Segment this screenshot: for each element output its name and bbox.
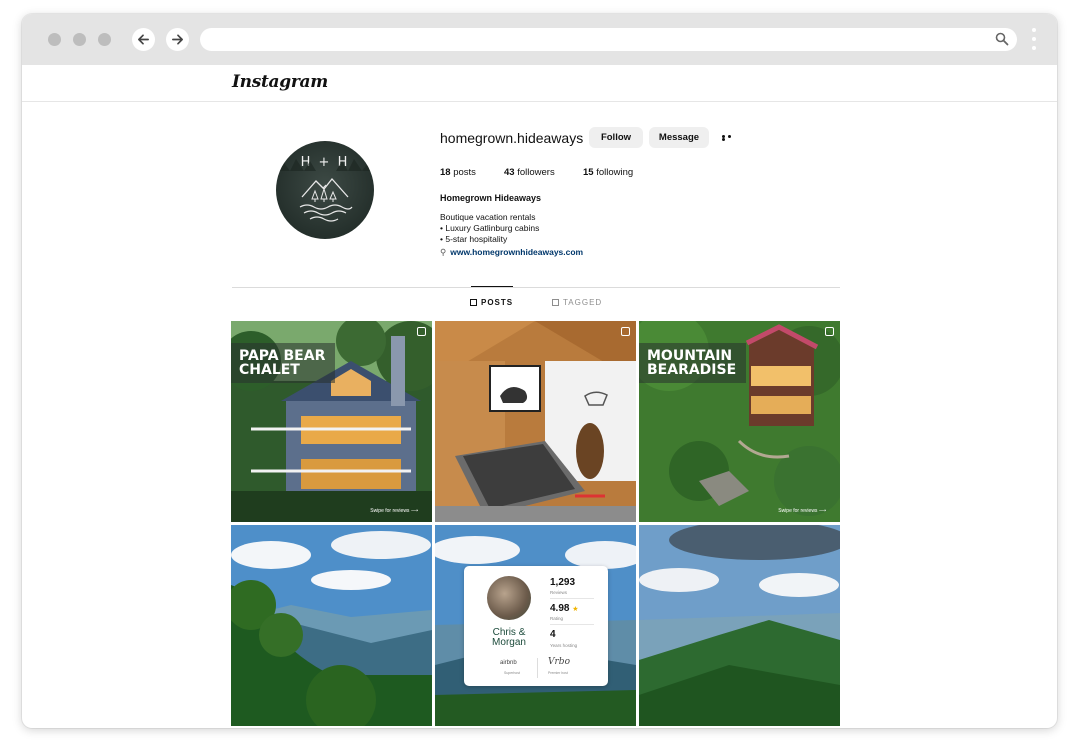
tagged-icon	[552, 299, 559, 306]
post-tile-mountain-ridge[interactable]	[639, 525, 840, 726]
host-card: Chris & Morgan 1,293 Reviews 4.98 ★ Rati…	[464, 566, 608, 686]
link-icon: ⚲	[440, 247, 447, 257]
rating-label: Rating	[550, 616, 564, 621]
post-tile-papa-bear-chalet[interactable]: PAPA BEAR CHALET Swipe for reviews ⟶	[231, 321, 432, 522]
years-value: 4	[550, 629, 556, 640]
tab-tagged-label: TAGGED	[563, 298, 603, 307]
grid-icon	[470, 299, 477, 306]
post-tile-hosts-card[interactable]: Chris & Morgan 1,293 Reviews 4.98 ★ Rati…	[435, 525, 636, 726]
posts-stat: 18 posts	[440, 167, 476, 178]
profile-avatar[interactable]: H + H	[276, 141, 374, 239]
posts-label: posts	[453, 167, 476, 178]
star-icon: ★	[572, 606, 579, 613]
swipe-hint: Swipe for reviews ⟶	[778, 508, 826, 514]
browser-toolbar	[22, 14, 1057, 66]
card-separator	[550, 598, 594, 599]
multiple-photos-icon	[417, 327, 426, 336]
more-options-icon[interactable]	[722, 135, 738, 141]
profile-username: homegrown.hideaways	[440, 130, 584, 146]
instagram-header: Instagram	[22, 65, 1057, 102]
mountain-logo-icon	[276, 159, 374, 222]
address-bar[interactable]	[200, 28, 1017, 51]
years-label: Years hosting	[550, 643, 578, 648]
card-separator	[550, 624, 594, 625]
tab-tagged[interactable]: TAGGED	[552, 298, 602, 307]
following-stat[interactable]: 15 following	[583, 167, 633, 178]
maximize-dot[interactable]	[98, 33, 111, 46]
search-icon[interactable]	[995, 32, 1009, 46]
tab-posts-label: POSTS	[481, 298, 514, 307]
forward-arrow-icon	[172, 34, 183, 45]
airbnb-sub: Superhost	[504, 671, 520, 675]
kebab-menu-icon[interactable]	[1031, 28, 1037, 52]
vrbo-sub: Premier host	[548, 671, 568, 675]
bio-line: • Luxury Gatlinburg cabins	[440, 223, 540, 233]
followers-count: 43	[504, 167, 515, 178]
minimize-dot[interactable]	[73, 33, 86, 46]
multiple-photos-icon	[825, 327, 834, 336]
following-count: 15	[583, 167, 594, 178]
tabs-divider	[232, 287, 840, 288]
post-tile-mountain-view[interactable]	[231, 525, 432, 726]
message-button[interactable]: Message	[649, 127, 709, 148]
host-names: Chris & Morgan	[492, 627, 526, 648]
followers-stat[interactable]: 43 followers	[504, 167, 555, 178]
following-label: following	[596, 167, 634, 178]
post-caption: MOUNTAIN BEARADISE	[639, 343, 747, 383]
post-caption: PAPA BEAR CHALET	[231, 343, 336, 383]
browser-window: Instagram H + H homegrown.hideaways Foll…	[22, 14, 1057, 728]
follow-button[interactable]: Follow	[589, 127, 643, 148]
back-arrow-icon	[138, 34, 149, 45]
forward-button[interactable]	[166, 28, 189, 51]
posts-count: 18	[440, 167, 451, 178]
bio-line: • 5-star hospitality	[440, 234, 508, 244]
mountain-landscape-photo	[231, 525, 432, 726]
card-vertical-divider	[537, 658, 538, 678]
active-tab-indicator	[471, 286, 513, 287]
mountain-ridge-photo	[639, 525, 840, 726]
rating-value: 4.98 ★	[550, 603, 579, 614]
bio-line: Boutique vacation rentals	[440, 212, 536, 222]
instagram-logo[interactable]: Instagram	[232, 72, 328, 92]
followers-label: followers	[517, 167, 555, 178]
reviews-label: Reviews	[550, 590, 568, 595]
reviews-count: 1,293	[550, 577, 576, 588]
swipe-hint: Swipe for reviews ⟶	[370, 508, 418, 514]
post-tile-game-room[interactable]	[435, 321, 636, 522]
profile-full-name: Homegrown Hideaways	[440, 193, 542, 203]
post-tile-mountain-bearadise[interactable]: MOUNTAIN BEARADISE Swipe for reviews ⟶	[639, 321, 840, 522]
vrbo-logo: Vrbo	[548, 657, 570, 667]
hosts-photo	[487, 576, 531, 620]
tab-posts[interactable]: POSTS	[470, 298, 513, 307]
website-url: www.homegrownhideaways.com	[450, 247, 584, 257]
multiple-photos-icon	[621, 327, 630, 336]
website-link[interactable]: ⚲ www.homegrownhideaways.com	[440, 247, 583, 258]
back-button[interactable]	[132, 28, 155, 51]
game-room-photo	[435, 321, 636, 522]
airbnb-logo: airbnb	[500, 660, 517, 666]
close-dot[interactable]	[48, 33, 61, 46]
